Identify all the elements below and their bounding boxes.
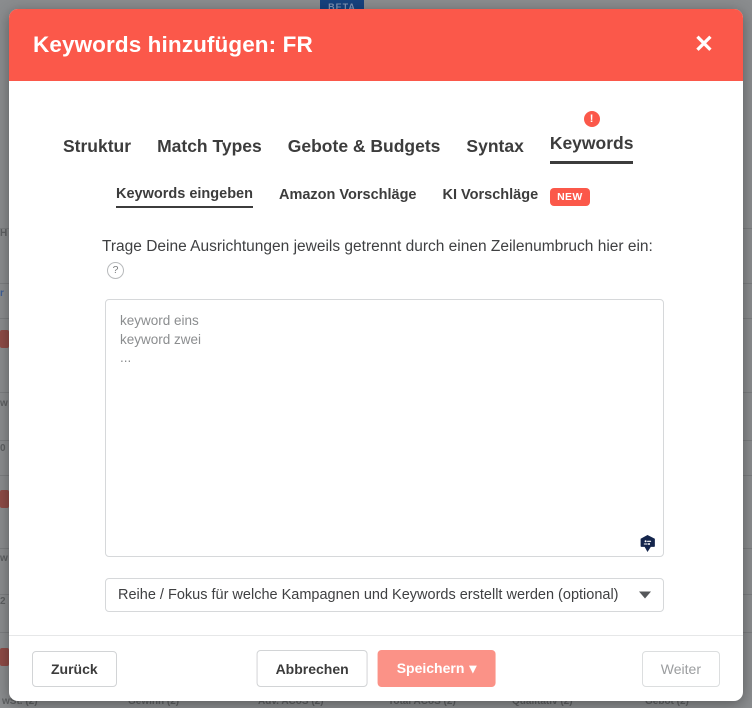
footer-center-actions: Abbrechen Speichern ▾ <box>256 650 496 687</box>
keyword-subtabs: Keywords eingeben Amazon Vorschläge KI V… <box>9 186 743 208</box>
modal-body: Struktur Match Types Gebote & Budgets Sy… <box>9 81 743 635</box>
modal-title: Keywords hinzufügen: FR <box>33 32 313 57</box>
save-button-label: Speichern <box>396 660 465 676</box>
new-badge: NEW <box>550 188 590 206</box>
modal-header: Keywords hinzufügen: FR ✕ <box>9 9 743 81</box>
tab-label: Gebote & Budgets <box>287 136 441 156</box>
background-cell-text: 0 <box>0 443 6 454</box>
background-badge <box>0 330 9 348</box>
tab-gebote-budgets[interactable]: Gebote & Budgets <box>288 136 441 164</box>
modal-tabs: Struktur Match Types Gebote & Budgets Sy… <box>9 106 743 164</box>
subtab-keywords-eingeben[interactable]: Keywords eingeben <box>116 186 253 208</box>
modal-footer: Zurück Abbrechen Speichern ▾ Weiter <box>9 635 743 701</box>
close-icon[interactable]: ✕ <box>688 31 720 59</box>
tab-label: Struktur <box>63 136 132 156</box>
save-button[interactable]: Speichern ▾ <box>377 650 496 687</box>
tab-keywords[interactable]: ! Keywords <box>549 111 634 164</box>
background-cell-text: 2 <box>0 596 6 607</box>
grammarly-icon[interactable] <box>638 534 657 553</box>
keyword-input-wrapper <box>105 298 664 562</box>
help-icon[interactable]: ? <box>107 262 124 280</box>
focus-select[interactable]: Reihe / Fokus für welche Kampagnen und K… <box>105 577 664 612</box>
next-button[interactable]: Weiter <box>641 650 720 687</box>
subtab-label: KI Vorschläge <box>442 187 539 203</box>
tab-label: Syntax <box>466 136 524 156</box>
subtab-amazon-vorschlaege[interactable]: Amazon Vorschläge <box>279 187 417 207</box>
caret-down-icon: ▾ <box>469 660 477 676</box>
tab-label: Match Types <box>157 136 262 156</box>
background-cell-text: w <box>0 398 8 409</box>
focus-select-value: Reihe / Fokus für welche Kampagnen und K… <box>118 586 619 603</box>
instructions-block: Trage Deine Ausrichtungen jeweils getren… <box>9 236 743 282</box>
add-keywords-modal: Keywords hinzufügen: FR ✕ Struktur Match… <box>9 9 743 701</box>
focus-select-wrapper: Reihe / Fokus für welche Kampagnen und K… <box>105 577 664 612</box>
tab-match-types[interactable]: Match Types <box>157 136 262 164</box>
tab-struktur[interactable]: Struktur <box>63 136 131 164</box>
subtab-ki-vorschlaege[interactable]: KI Vorschläge <box>443 187 539 207</box>
instructions-text: Trage Deine Ausrichtungen jeweils getren… <box>102 238 653 255</box>
background-badge <box>0 648 9 666</box>
subtab-label: Amazon Vorschläge <box>278 187 417 203</box>
background-badge <box>0 490 9 508</box>
background-cell-text: w <box>0 553 8 564</box>
keywords-textarea[interactable] <box>105 298 664 557</box>
back-button[interactable]: Zurück <box>32 650 117 687</box>
chevron-down-icon[interactable] <box>639 591 651 599</box>
background-cell-text: H <box>0 228 8 239</box>
tab-label: Keywords <box>549 133 634 153</box>
tab-syntax[interactable]: Syntax <box>466 136 523 164</box>
background-cell-text: r <box>0 288 4 299</box>
subtab-label: Keywords eingeben <box>116 186 253 202</box>
alert-icon: ! <box>583 111 600 127</box>
cancel-button[interactable]: Abbrechen <box>256 650 368 687</box>
